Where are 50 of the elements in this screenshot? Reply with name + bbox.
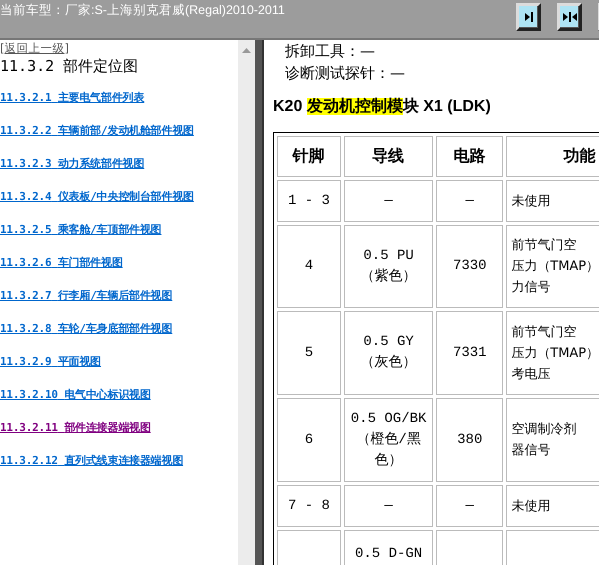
table-cell: 1 - 3 (277, 180, 341, 222)
table-cell: 7331 (436, 311, 504, 395)
table-cell: 7330 (436, 225, 504, 308)
toolbar-button[interactable] (516, 3, 541, 31)
table-cell: 6 (277, 398, 341, 482)
note-text: 诊断测试探针：— (285, 63, 405, 84)
section-link[interactable]: 11.3.2.11 部件连接器端视图 (0, 420, 151, 436)
table-cell (277, 530, 341, 565)
section-link[interactable]: 11.3.2.8 车轮/车身底部部件视图 (0, 321, 172, 337)
section-link[interactable]: 11.3.2.6 车门部件视图 (0, 255, 123, 271)
section-link[interactable]: 11.3.2.4 仪表板/中央控制台部件视图 (0, 189, 194, 205)
section-heading: 11.3.2 部件定位图 (0, 57, 138, 76)
column-header: 功能 (506, 136, 599, 177)
toolbar-button[interactable] (557, 3, 582, 31)
section-link[interactable]: 11.3.2.2 车辆前部/发动机舱部件视图 (0, 123, 194, 139)
scrollbar[interactable] (238, 40, 255, 565)
column-header: 电路 (436, 136, 504, 177)
table-cell: — (344, 180, 434, 222)
table-cell: 7 - 8 (277, 485, 341, 527)
table-cell: 0.5 OG/BK （橙色/黑 色） (344, 398, 434, 482)
table-cell: 0.5 PU （紫色） (344, 225, 434, 308)
table-cell: 4 (277, 225, 341, 308)
table-cell: 空调制冷剂 器信号 (506, 398, 599, 482)
current-model-title: 当前车型：厂家:S-上海别克君威(Regal)2010-2011 (0, 2, 286, 19)
table-cell: — (344, 485, 434, 527)
column-header: 针脚 (277, 136, 341, 177)
arrows-inward-icon (562, 11, 576, 23)
table-cell: 前节气门空 压力（TMAP） 考电压 (506, 311, 599, 395)
table-cell: — (436, 485, 504, 527)
section-link[interactable]: 11.3.2.1 主要电气部件列表 (0, 90, 144, 106)
note-text: 拆卸工具：— (285, 41, 375, 62)
table-cell: 未使用 (506, 485, 599, 527)
section-link[interactable]: 11.3.2.5 乘客舱/车顶部件视图 (0, 222, 162, 238)
table-cell (436, 530, 504, 565)
section-link[interactable]: 11.3.2.12 直列式线束连接器端视图 (0, 453, 184, 469)
section-link[interactable]: 11.3.2.3 动力系统部件视图 (0, 156, 144, 172)
table-cell: 前节气门空 压力（TMAP） 力信号 (506, 225, 599, 308)
table-cell: 0.5 D-GN (344, 530, 434, 565)
table-cell: — (436, 180, 504, 222)
back-link[interactable]: [返回上一级] (0, 41, 69, 56)
table-cell: 0.5 GY （灰色） (344, 311, 434, 395)
section-link[interactable]: 11.3.2.7 行李厢/车辆后部件视图 (0, 288, 172, 304)
table-cell: 380 (436, 398, 504, 482)
table-cell: 未使用 (506, 180, 599, 222)
column-header: 导线 (344, 136, 434, 177)
scroll-up-icon[interactable] (242, 48, 251, 53)
section-link[interactable]: 11.3.2.10 电气中心标识视图 (0, 387, 151, 403)
table-cell: 5 (277, 311, 341, 395)
arrow-to-bar-icon (524, 11, 534, 23)
section-link[interactable]: 11.3.2.9 平面视图 (0, 354, 102, 370)
